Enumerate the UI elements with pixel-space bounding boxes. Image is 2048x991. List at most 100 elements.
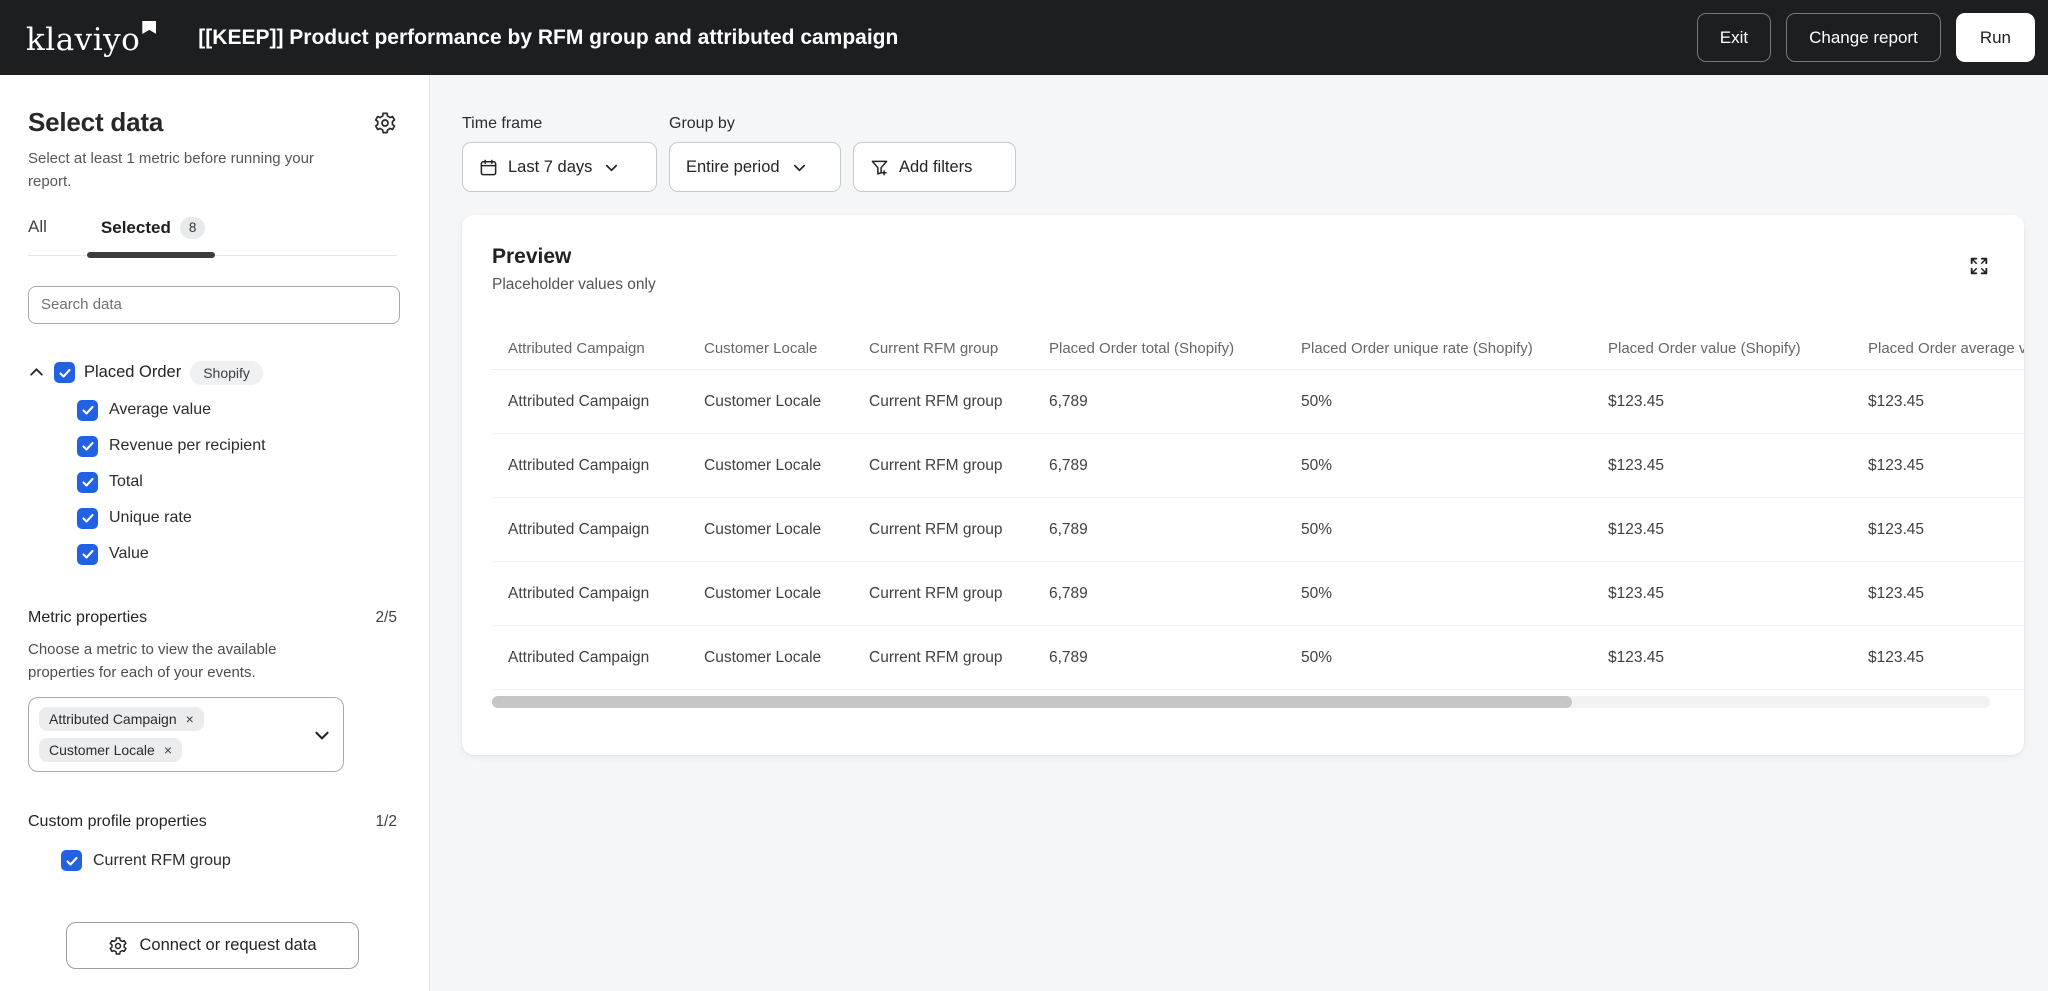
table-cell: Attributed Campaign	[492, 393, 688, 411]
report-title: [[KEEP]] Product performance by RFM grou…	[198, 26, 898, 50]
integration-badge: Shopify	[190, 361, 263, 385]
expand-icon[interactable]	[1968, 255, 1990, 277]
custom-profile-item-label: Current RFM group	[93, 852, 231, 870]
table-cell: $123.45	[1852, 457, 2024, 475]
column-header: Placed Order value (Shopify)	[1592, 340, 1852, 357]
filter-plus-icon	[870, 158, 889, 177]
panel-title: Select data	[28, 107, 163, 138]
horizontal-scrollbar-track[interactable]	[492, 696, 1990, 708]
table-row: Attributed CampaignCustomer LocaleCurren…	[492, 562, 2024, 626]
metric-item: Total	[77, 472, 397, 493]
table-cell: 6,789	[1033, 457, 1285, 475]
column-header: Placed Order unique rate (Shopify)	[1285, 340, 1592, 357]
table-cell: Attributed Campaign	[492, 521, 688, 539]
chip-label: Customer Locale	[49, 742, 155, 758]
connect-or-request-data-button[interactable]: Connect or request data	[66, 922, 359, 969]
chevron-down-icon[interactable]	[313, 726, 331, 744]
add-filters-button[interactable]: Add filters	[853, 142, 1016, 192]
metric-properties-description: Choose a metric to view the available pr…	[28, 638, 333, 685]
table-cell: Customer Locale	[688, 457, 853, 475]
time-frame-label: Time frame	[462, 115, 657, 133]
preview-title: Preview	[492, 245, 1994, 269]
custom-profile-item: Current RFM group	[61, 850, 397, 871]
checkbox-current-rfm-group[interactable]	[61, 850, 82, 871]
group-by-dropdown[interactable]: Entire period	[669, 142, 841, 192]
checkbox-average-value[interactable]	[77, 400, 98, 421]
time-frame-value: Last 7 days	[508, 158, 592, 177]
panel-subtitle: Select at least 1 metric before running …	[28, 147, 328, 194]
column-header: Attributed Campaign	[492, 340, 688, 357]
metric-item-label: Total	[109, 473, 143, 491]
custom-profile-section: Custom profile properties 1/2 Current RF…	[28, 813, 397, 871]
run-button[interactable]: Run	[1956, 13, 2035, 62]
metric-item: Average value	[77, 400, 397, 421]
metric-item-label: Revenue per recipient	[109, 437, 266, 455]
tab-selected[interactable]: Selected 8	[87, 217, 215, 255]
table-cell: $123.45	[1592, 585, 1852, 603]
preview-table: Attributed CampaignCustomer LocaleCurren…	[492, 327, 2024, 708]
exit-button[interactable]: Exit	[1697, 13, 1771, 62]
properties-multiselect[interactable]: Attributed Campaign × Customer Locale ×	[28, 697, 344, 772]
tab-selected-label: Selected	[101, 218, 171, 238]
table-cell: Attributed Campaign	[492, 649, 688, 667]
klaviyo-logo[interactable]: klaviyo	[26, 19, 156, 56]
metric-item-label: Average value	[109, 401, 211, 419]
horizontal-scrollbar-thumb[interactable]	[492, 696, 1572, 708]
table-cell: Current RFM group	[853, 649, 1033, 667]
select-data-panel: Select data Select at least 1 metric bef…	[0, 75, 430, 991]
checkbox-value[interactable]	[77, 544, 98, 565]
preview-card: Preview Placeholder values only Attribut…	[462, 215, 2024, 755]
chip-remove-icon[interactable]: ×	[186, 712, 194, 726]
checkbox-unique-rate[interactable]	[77, 508, 98, 529]
chip-remove-icon[interactable]: ×	[164, 743, 172, 757]
gear-icon	[108, 936, 128, 956]
table-cell: $123.45	[1852, 393, 2024, 411]
column-header: Customer Locale	[688, 340, 853, 357]
group-by-label: Group by	[669, 115, 841, 133]
table-cell: Current RFM group	[853, 585, 1033, 603]
active-tab-underline	[87, 252, 215, 258]
table-cell: 50%	[1285, 585, 1592, 603]
table-cell: Current RFM group	[853, 457, 1033, 475]
table-row: Attributed CampaignCustomer LocaleCurren…	[492, 498, 2024, 562]
custom-profile-label: Custom profile properties	[28, 813, 207, 831]
metric-item-label: Unique rate	[109, 509, 192, 527]
checkbox-total[interactable]	[77, 472, 98, 493]
chevron-up-icon[interactable]	[28, 364, 45, 381]
preview-table-header-row: Attributed CampaignCustomer LocaleCurren…	[492, 327, 2024, 370]
checkbox-placed-order[interactable]	[54, 362, 75, 383]
table-cell: $123.45	[1592, 521, 1852, 539]
add-filters-label: Add filters	[899, 158, 972, 177]
metric-group-label: Placed Order	[84, 363, 181, 382]
klaviyo-logo-text: klaviyo	[26, 25, 140, 56]
table-cell: 50%	[1285, 457, 1592, 475]
report-main: Time frame Last 7 days Group by Entire p…	[431, 75, 2048, 991]
checkbox-revenue-per-recipient[interactable]	[77, 436, 98, 457]
chevron-down-icon	[792, 160, 807, 175]
metric-group-row: Placed Order Shopify	[28, 361, 397, 385]
calendar-icon	[479, 158, 498, 177]
chip-customer-locale: Customer Locale ×	[39, 738, 182, 762]
search-input[interactable]	[28, 286, 400, 324]
metric-tree: Placed Order Shopify Average value Reven…	[28, 361, 397, 565]
table-row: Attributed CampaignCustomer LocaleCurren…	[492, 626, 2024, 690]
change-report-button[interactable]: Change report	[1786, 13, 1941, 62]
chevron-down-icon	[604, 160, 619, 175]
preview-subtitle: Placeholder values only	[492, 276, 1994, 294]
table-cell: $123.45	[1852, 585, 2024, 603]
metric-item-label: Value	[109, 545, 149, 563]
custom-profile-count: 1/2	[375, 813, 397, 831]
settings-gear-icon[interactable]	[373, 111, 397, 135]
table-cell: 6,789	[1033, 521, 1285, 539]
tab-all[interactable]: All	[28, 217, 59, 255]
table-cell: $123.45	[1852, 521, 2024, 539]
group-by-value: Entire period	[686, 158, 780, 177]
time-frame-dropdown[interactable]: Last 7 days	[462, 142, 657, 192]
table-cell: $123.45	[1592, 649, 1852, 667]
topbar-actions: Exit Change report Run	[1697, 13, 2035, 62]
table-cell: 50%	[1285, 393, 1592, 411]
chip-label: Attributed Campaign	[49, 711, 177, 727]
connect-button-label: Connect or request data	[139, 936, 316, 955]
table-cell: Customer Locale	[688, 393, 853, 411]
data-tabs: All Selected 8	[28, 217, 397, 256]
